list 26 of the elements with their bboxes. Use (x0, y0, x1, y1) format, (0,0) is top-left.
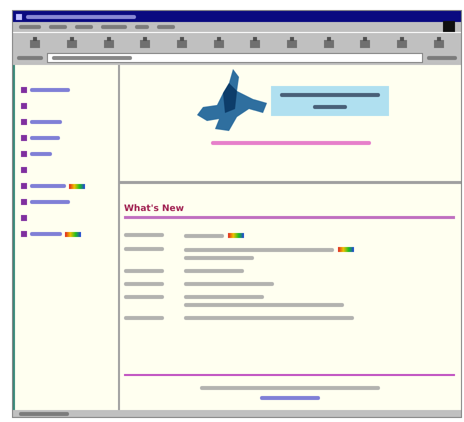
sidebar-link[interactable] (30, 232, 62, 236)
section-heading: What's New (124, 204, 455, 219)
bullet-icon (21, 167, 27, 173)
bullet-icon (21, 231, 27, 237)
bullet-icon (21, 183, 27, 189)
news-date (124, 295, 164, 299)
bullet-icon (21, 119, 27, 125)
bullet-icon (21, 199, 27, 205)
status-text (19, 412, 69, 416)
browser-icon (16, 14, 22, 20)
bullet-icon (21, 103, 27, 109)
bullet-icon (21, 151, 27, 157)
address-field[interactable] (47, 53, 423, 63)
news-date (124, 282, 164, 286)
browser-logo-icon (443, 21, 455, 33)
news-date (124, 316, 164, 320)
address-label (17, 56, 43, 60)
bullet-icon (21, 135, 27, 141)
sidebar-link[interactable] (30, 152, 52, 156)
bullet-icon (21, 215, 27, 221)
news-date (124, 247, 164, 251)
news-date (124, 233, 164, 237)
sidebar-link[interactable] (30, 136, 60, 140)
sidebar-link[interactable] (30, 120, 62, 124)
bullet-icon (21, 87, 27, 93)
news-date (124, 269, 164, 273)
